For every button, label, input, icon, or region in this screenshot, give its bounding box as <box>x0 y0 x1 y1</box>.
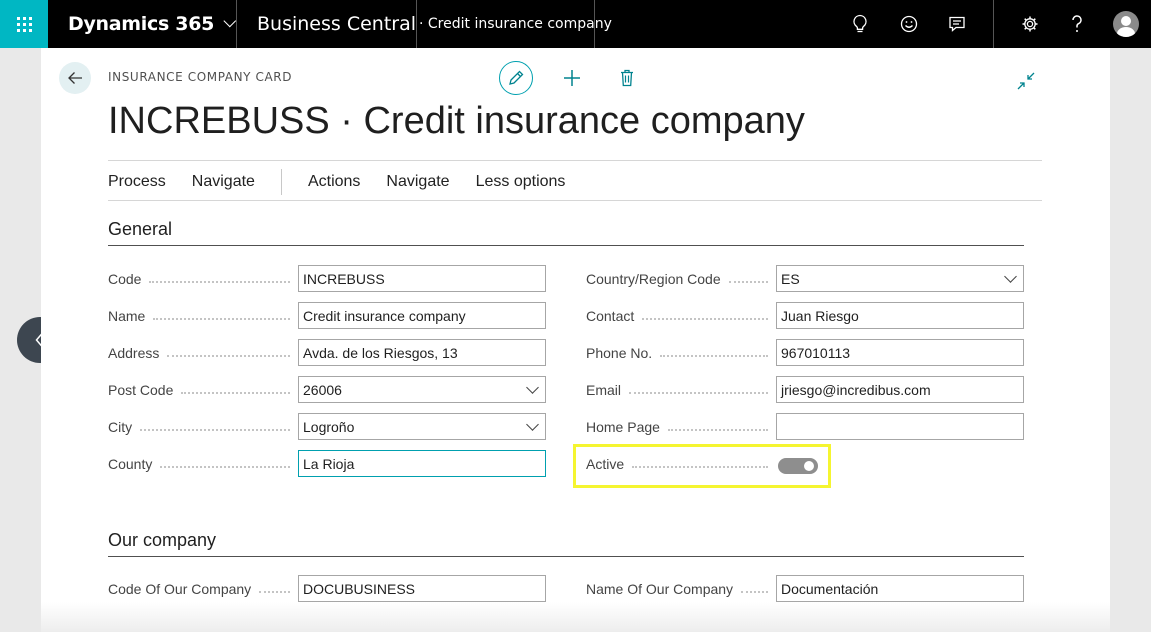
county-field[interactable]: La Rioja <box>298 450 546 477</box>
help-icon[interactable] <box>1053 0 1101 48</box>
app-launcher-button[interactable] <box>0 0 48 48</box>
field-label-county: County <box>108 451 290 477</box>
field-label-home-page: Home Page <box>586 414 768 440</box>
field-label-code-of-our-company: Code Of Our Company <box>108 576 290 602</box>
field-label-name-of-our-company: Name Of Our Company <box>586 576 768 602</box>
lightbulb-icon[interactable] <box>836 0 884 48</box>
chevron-down-icon[interactable] <box>526 381 539 394</box>
field-value: INCREBUSS <box>303 270 385 287</box>
field-label-country-region-code: Country/Region Code <box>586 266 768 292</box>
gear-icon[interactable] <box>1006 0 1054 48</box>
user-menu-button[interactable] <box>1102 0 1150 48</box>
field-label-name: Name <box>108 303 290 329</box>
action-bar: Process Navigate Actions Navigate Less o… <box>108 169 591 195</box>
field-label-phone-no: Phone No. <box>586 340 768 366</box>
scroll-fade <box>41 602 1110 632</box>
smiley-icon[interactable] <box>885 0 933 48</box>
action-process[interactable]: Process <box>108 173 166 191</box>
our-company-name-field[interactable]: Documentación <box>776 575 1024 602</box>
field-label-code: Code <box>108 266 290 292</box>
chevron-down-icon[interactable] <box>526 418 539 431</box>
divider <box>108 160 1042 161</box>
avatar <box>1113 11 1139 37</box>
delete-button[interactable] <box>610 61 644 95</box>
divider <box>416 0 417 48</box>
brand-menu[interactable]: Dynamics 365 <box>68 0 237 48</box>
field-value: La Rioja <box>303 455 355 472</box>
plus-icon <box>564 70 580 86</box>
trash-icon <box>621 69 633 87</box>
action-less-options[interactable]: Less options <box>476 173 566 191</box>
section-title-our-company[interactable]: Our company <box>108 530 216 551</box>
field-value: Documentación <box>781 580 879 597</box>
collapse-button[interactable] <box>1011 68 1041 94</box>
edit-button[interactable] <box>499 61 533 95</box>
section-rule <box>108 245 1024 246</box>
page-caption: INSURANCE COMPANY CARD <box>108 70 293 84</box>
waffle-icon <box>16 16 32 32</box>
field-value: jriesgo@incredibus.com <box>781 381 931 398</box>
arrow-left-icon <box>68 72 82 84</box>
country-region-select[interactable]: ES <box>776 265 1024 292</box>
brand-label: Dynamics 365 <box>68 13 215 35</box>
address-field[interactable]: Avda. de los Riesgos, 13 <box>298 339 546 366</box>
field-label-email: Email <box>586 377 768 403</box>
field-value: ES <box>781 270 800 287</box>
field-label-city: City <box>108 414 290 440</box>
page-title: INCREBUSS · Credit insurance company <box>108 100 805 142</box>
contact-field[interactable]: Juan Riesgo <box>776 302 1024 329</box>
divider <box>108 200 1042 201</box>
top-bar: Dynamics 365 Business Central · Credit i… <box>0 0 1151 48</box>
chevron-down-icon <box>223 14 237 27</box>
field-value: Logroño <box>303 418 355 435</box>
city-select[interactable]: Logroño <box>298 413 546 440</box>
field-value: 967010113 <box>781 344 851 361</box>
section-title-general[interactable]: General <box>108 219 172 240</box>
field-label-address: Address <box>108 340 290 366</box>
collapse-icon <box>1017 72 1035 90</box>
highlight-box <box>573 444 831 488</box>
field-value: Credit insurance company <box>303 307 466 324</box>
divider <box>594 0 595 48</box>
code-field[interactable]: INCREBUSS <box>298 265 546 292</box>
section-rule <box>108 556 1024 557</box>
phone-field[interactable]: 967010113 <box>776 339 1024 366</box>
our-company-code-field[interactable]: DOCUBUSINESS <box>298 575 546 602</box>
record-title: · Credit insurance company <box>419 16 612 32</box>
post-code-select[interactable]: 26006 <box>298 376 546 403</box>
pencil-icon <box>509 70 524 85</box>
action-navigate-2[interactable]: Navigate <box>386 173 449 191</box>
divider <box>993 0 994 48</box>
card-panel: INSURANCE COMPANY CARD INCREBUSS · Credi… <box>41 48 1110 632</box>
field-label-contact: Contact <box>586 303 768 329</box>
field-value: 26006 <box>303 381 342 398</box>
action-actions[interactable]: Actions <box>308 173 360 191</box>
chevron-down-icon[interactable] <box>1004 270 1017 283</box>
field-value: Juan Riesgo <box>781 307 859 324</box>
product-name[interactable]: Business Central <box>257 0 416 48</box>
divider <box>236 0 237 48</box>
email-field[interactable]: jriesgo@incredibus.com <box>776 376 1024 403</box>
new-button[interactable] <box>555 61 589 95</box>
chat-icon[interactable] <box>933 0 981 48</box>
divider <box>280 169 282 195</box>
field-value: DOCUBUSINESS <box>303 580 416 597</box>
action-navigate[interactable]: Navigate <box>192 173 255 191</box>
name-field[interactable]: Credit insurance company <box>298 302 546 329</box>
back-button[interactable] <box>59 62 91 94</box>
field-label-post-code: Post Code <box>108 377 290 403</box>
field-value: Avda. de los Riesgos, 13 <box>303 344 458 361</box>
home-page-field[interactable] <box>776 413 1024 440</box>
